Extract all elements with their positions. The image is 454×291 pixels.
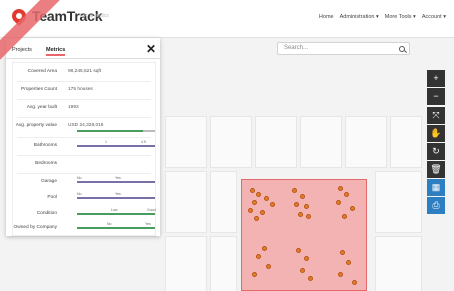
- metric-row-pool: Pool No Yes: [13, 191, 155, 206]
- top-navbar: TeamTrack Loc analytics Home Administrat…: [0, 0, 454, 38]
- metric-label: Bedrooms: [35, 161, 57, 166]
- panel-tabs: Projects Metrics ✕: [6, 42, 160, 59]
- metric-value: 1993: [68, 105, 79, 110]
- slider-tick: Low: [111, 208, 118, 212]
- slider-tick: Yes: [115, 176, 121, 180]
- metric-row-owned-by-company: Owned by Company No Yes: [13, 221, 155, 236]
- close-icon[interactable]: ✕: [146, 42, 156, 56]
- search-icon[interactable]: [399, 46, 405, 52]
- metric-row-bathrooms: Bathrooms 1 4.5: [13, 139, 155, 154]
- garage-slider[interactable]: No Yes: [77, 176, 155, 183]
- slider-tick: No: [107, 222, 112, 226]
- metric-label: Garage: [41, 179, 57, 184]
- condition-slider[interactable]: Low Good: [77, 208, 156, 215]
- metric-row-avg-property-value: Avg. property value USD 24,328,016: [13, 119, 155, 134]
- fullscreen-icon[interactable]: ⤧: [427, 107, 445, 124]
- property-value-slider[interactable]: [77, 130, 155, 132]
- metric-row-condition: Condition Low Good: [13, 207, 156, 222]
- slider-tick: 4.5: [141, 140, 146, 144]
- metric-label: Condition: [36, 211, 57, 216]
- layers-icon[interactable]: ▦: [427, 179, 445, 196]
- metric-value: 175 houses: [68, 87, 93, 92]
- slider-tick: No: [77, 176, 82, 180]
- nav-links: Home Administration ▾ More Tools ▾ Accou…: [319, 14, 446, 20]
- metric-label: Owned by Company: [13, 225, 57, 230]
- metric-label: Pool: [47, 195, 57, 200]
- slider-tick: Yes: [145, 222, 151, 226]
- metric-row-covered-area: Covered Area 96,245,521 sqft: [13, 65, 155, 80]
- owned-by-company-slider[interactable]: No Yes: [77, 222, 155, 229]
- metric-value: USD 24,328,016: [68, 123, 104, 128]
- metric-row-bedrooms: Bedrooms: [13, 157, 155, 172]
- tab-metrics[interactable]: Metrics: [46, 47, 66, 56]
- search-input[interactable]: Search...: [277, 42, 410, 55]
- nav-account[interactable]: Account ▾: [422, 14, 446, 20]
- print-icon[interactable]: ⎙: [427, 197, 445, 214]
- metric-row-properties-count: Properties Count 175 houses: [13, 83, 155, 98]
- metric-label: Bathrooms: [33, 143, 57, 148]
- pan-hand-icon[interactable]: ✋: [427, 125, 445, 142]
- map-pin-logo-icon: [9, 6, 29, 26]
- metric-label: Covered Area: [27, 69, 57, 74]
- nav-administration[interactable]: Administration ▾: [340, 14, 379, 20]
- pool-slider[interactable]: No Yes: [77, 192, 155, 199]
- selection-area[interactable]: [241, 179, 367, 291]
- zoom-out-button[interactable]: −: [427, 88, 445, 105]
- reset-icon[interactable]: ↻: [427, 143, 445, 160]
- delete-icon[interactable]: 🗑: [427, 161, 445, 178]
- nav-home[interactable]: Home: [319, 14, 334, 20]
- metric-value: 96,245,521 sqft: [68, 69, 102, 74]
- metric-row-garage: Garage No Yes: [13, 175, 155, 190]
- metrics-panel: Projects Metrics ✕ Covered Area 96,245,5…: [6, 38, 160, 236]
- property-value-fill: [77, 130, 144, 132]
- zoom-in-button[interactable]: +: [427, 70, 445, 87]
- slider-tick: Good: [147, 208, 156, 212]
- brand-subtitle: Loc analytics: [80, 13, 109, 19]
- slider-tick: No: [77, 192, 82, 196]
- nav-more-tools[interactable]: More Tools ▾: [385, 14, 416, 20]
- tab-projects[interactable]: Projects: [12, 47, 32, 53]
- metrics-list: Covered Area 96,245,521 sqft Properties …: [12, 62, 156, 236]
- slider-tick: Yes: [115, 192, 121, 196]
- search-placeholder: Search...: [284, 45, 309, 51]
- metric-label: Properties Count: [21, 87, 57, 92]
- bathrooms-slider[interactable]: 1 4.5: [77, 140, 155, 147]
- metric-row-avg-year-built: Avg. year built 1993: [13, 101, 155, 116]
- metric-label: Avg. year built: [26, 105, 57, 110]
- metric-label: Avg. property value: [15, 123, 57, 128]
- slider-tick: 1: [105, 140, 107, 144]
